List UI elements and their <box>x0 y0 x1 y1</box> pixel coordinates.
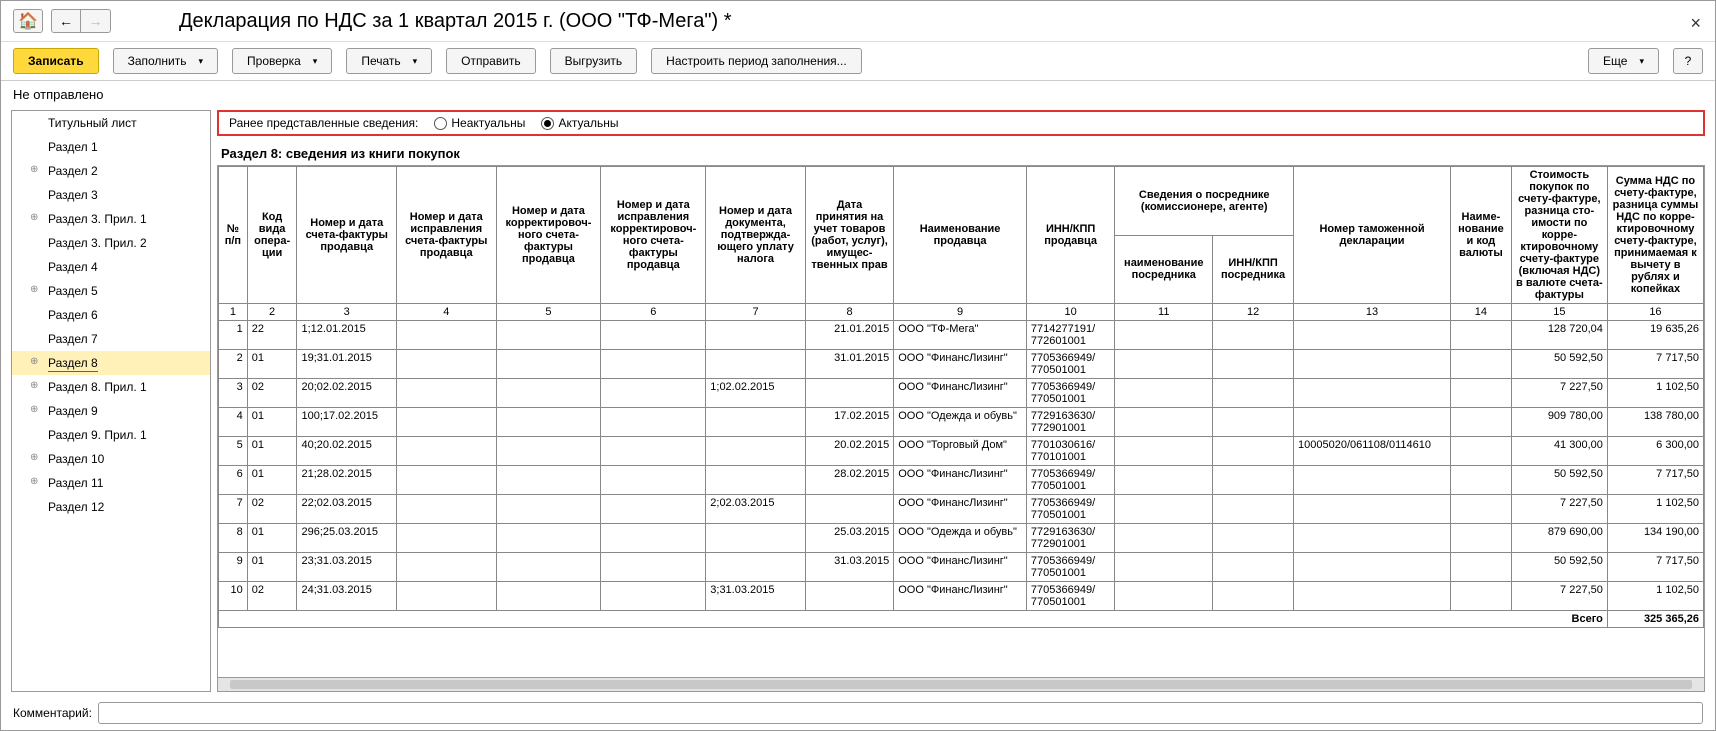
sidebar-item[interactable]: Раздел 5 <box>12 279 210 303</box>
sidebar-item-label: Раздел 4 <box>48 260 98 274</box>
sidebar-item[interactable]: Раздел 3. Прил. 2 <box>12 231 210 255</box>
sidebar-item-label: Раздел 10 <box>48 452 104 466</box>
sidebar-item[interactable]: Раздел 6 <box>12 303 210 327</box>
th-nds: Сумма НДС по счету-фактуре, разница сумм… <box>1607 167 1703 304</box>
sidebar-item[interactable]: Раздел 8. Прил. 1 <box>12 375 210 399</box>
more-button[interactable]: Еще <box>1588 48 1659 74</box>
sidebar-item[interactable]: Раздел 7 <box>12 327 210 351</box>
sidebar-item[interactable]: Раздел 3 <box>12 183 210 207</box>
sidebar-item-label: Раздел 7 <box>48 332 98 346</box>
th-kor: Номер и дата корректировоч-ного счета-фа… <box>496 167 601 304</box>
horizontal-scrollbar[interactable] <box>217 678 1705 692</box>
th-num: № п/п <box>219 167 248 304</box>
table-row[interactable]: 60121;28.02.201528.02.2015ООО "ФинансЛиз… <box>219 466 1704 495</box>
purchases-table: № п/п Код вида опера-ции Номер и дата сч… <box>218 166 1704 628</box>
radio-icon <box>434 117 447 130</box>
window-title: Декларация по НДС за 1 квартал 2015 г. (… <box>179 10 731 33</box>
purchases-table-wrap[interactable]: № п/п Код вида опера-ции Номер и дата сч… <box>217 165 1705 678</box>
sidebar-item[interactable]: Раздел 12 <box>12 495 210 519</box>
sidebar-item[interactable]: Раздел 11 <box>12 471 210 495</box>
sidebar-item-label: Раздел 12 <box>48 500 104 514</box>
th-ikor: Номер и дата исправления корректировоч-н… <box>601 167 706 304</box>
comment-input[interactable] <box>98 702 1703 724</box>
sidebar-item[interactable]: Раздел 9 <box>12 399 210 423</box>
record-button[interactable]: Записать <box>13 48 99 74</box>
toolbar: Записать Заполнить Проверка Печать Отпра… <box>1 42 1715 81</box>
main-area: Титульный лист Раздел 1 Раздел 2 Раздел 3 Ра… <box>1 108 1715 696</box>
table-row[interactable]: 30220;02.02.20151;02.02.2015ООО "ФинансЛ… <box>219 379 1704 408</box>
back-button[interactable]: ← <box>51 9 81 33</box>
table-row[interactable]: 401100;17.02.201517.02.2015ООО "Одежда и… <box>219 408 1704 437</box>
total-label: Всего <box>219 611 1608 628</box>
comment-row: Комментарий: <box>1 696 1715 730</box>
fill-button[interactable]: Заполнить <box>113 48 218 74</box>
th-inn: ИНН/КПП продавца <box>1026 167 1114 304</box>
th-kod: Код вида опера-ции <box>247 167 297 304</box>
radio-not-relevant[interactable]: Неактуальны <box>434 116 525 130</box>
th-cur: Наиме-нование и код валюты <box>1451 167 1512 304</box>
content-area: Ранее представленные сведения: Неактуаль… <box>217 110 1705 692</box>
sidebar-item-label: Раздел 6 <box>48 308 98 322</box>
th-agent-name: наименование посредника <box>1115 235 1213 304</box>
print-button[interactable]: Печать <box>346 48 432 74</box>
titlebar: 🏠 ← → Декларация по НДС за 1 квартал 201… <box>1 1 1715 42</box>
upload-button[interactable]: Выгрузить <box>550 48 638 74</box>
relevance-label: Ранее представленные сведения: <box>229 116 418 130</box>
table-row[interactable]: 801296;25.03.201525.03.2015ООО "Одежда и… <box>219 524 1704 553</box>
section-title: Раздел 8: сведения из книги покупок <box>217 142 1705 165</box>
sidebar-item-label: Раздел 5 <box>48 284 98 298</box>
section-sidebar: Титульный лист Раздел 1 Раздел 2 Раздел 3 Ра… <box>11 110 211 692</box>
sidebar-item-label: Раздел 3. Прил. 2 <box>48 236 147 250</box>
relevance-radio-group: Ранее представленные сведения: Неактуаль… <box>217 110 1705 136</box>
sidebar-item-label: Раздел 1 <box>48 140 98 154</box>
th-doc: Номер и дата документа, подтвержда-ющего… <box>706 167 806 304</box>
table-row[interactable]: 100224;31.03.20153;31.03.2015ООО "Финанс… <box>219 582 1704 611</box>
table-row[interactable]: 50140;20.02.201520.02.2015ООО "Торговый … <box>219 437 1704 466</box>
th-decl: Номер таможенной декларации <box>1294 167 1451 304</box>
sidebar-item[interactable]: Раздел 9. Прил. 1 <box>12 423 210 447</box>
sidebar-item[interactable]: Раздел 2 <box>12 159 210 183</box>
comment-label: Комментарий: <box>13 706 92 720</box>
th-seller: Наименование продавца <box>894 167 1027 304</box>
sidebar-item[interactable]: Раздел 4 <box>12 255 210 279</box>
th-isf: Номер и дата исправления счета-фактуры п… <box>397 167 497 304</box>
radio-icon <box>541 117 554 130</box>
sidebar-item[interactable]: Раздел 3. Прил. 1 <box>12 207 210 231</box>
sidebar-item-label: Раздел 9. Прил. 1 <box>48 428 147 442</box>
home-button[interactable]: 🏠 <box>13 9 43 33</box>
nav-group: ← → <box>51 9 111 33</box>
sidebar-item-label: Раздел 11 <box>48 476 103 490</box>
sidebar-item-label: Раздел 3. Прил. 1 <box>48 212 147 226</box>
total-row: Всего 325 365,26 <box>219 611 1704 628</box>
forward-button[interactable]: → <box>81 9 111 33</box>
close-icon[interactable]: × <box>1690 13 1701 34</box>
app-window: 🏠 ← → Декларация по НДС за 1 квартал 201… <box>0 0 1716 731</box>
status-text: Не отправлено <box>1 81 1715 108</box>
sidebar-item[interactable]: Раздел 8 <box>12 351 210 375</box>
sidebar-item-label: Раздел 8. Прил. 1 <box>48 380 147 394</box>
th-agent: Сведения о посреднике (комиссионере, аге… <box>1115 167 1294 236</box>
check-button[interactable]: Проверка <box>232 48 332 74</box>
table-row[interactable]: 20119;31.01.201531.01.2015ООО "ФинансЛиз… <box>219 350 1704 379</box>
sidebar-item-label: Раздел 2 <box>48 164 98 178</box>
table-row[interactable]: 70222;02.03.20152;02.03.2015ООО "ФинансЛ… <box>219 495 1704 524</box>
sidebar-item-label: Раздел 9 <box>48 404 98 418</box>
sidebar-item[interactable]: Раздел 10 <box>12 447 210 471</box>
sidebar-item-label: Титульный лист <box>48 116 137 130</box>
help-button[interactable]: ? <box>1673 48 1703 74</box>
sidebar-item-label: Раздел 3 <box>48 188 98 202</box>
th-date: Дата принятия на учет товаров (работ, ус… <box>805 167 893 304</box>
send-button[interactable]: Отправить <box>446 48 536 74</box>
th-cost: Стоимость покупок по счету-фактуре, разн… <box>1511 167 1607 304</box>
th-sf: Номер и дата счета-фактуры продавца <box>297 167 397 304</box>
sidebar-item-label: Раздел 8 <box>48 356 98 372</box>
sidebar-item[interactable]: Титульный лист <box>12 111 210 135</box>
table-row[interactable]: 90123;31.03.201531.03.2015ООО "ФинансЛиз… <box>219 553 1704 582</box>
th-agent-inn: ИНН/КПП посредника <box>1213 235 1294 304</box>
radio-relevant[interactable]: Актуальны <box>541 116 618 130</box>
sidebar-item[interactable]: Раздел 1 <box>12 135 210 159</box>
period-button[interactable]: Настроить период заполнения... <box>651 48 861 74</box>
table-row[interactable]: 1221;12.01.201521.01.2015ООО "ТФ-Мега"77… <box>219 321 1704 350</box>
total-value: 325 365,26 <box>1607 611 1703 628</box>
